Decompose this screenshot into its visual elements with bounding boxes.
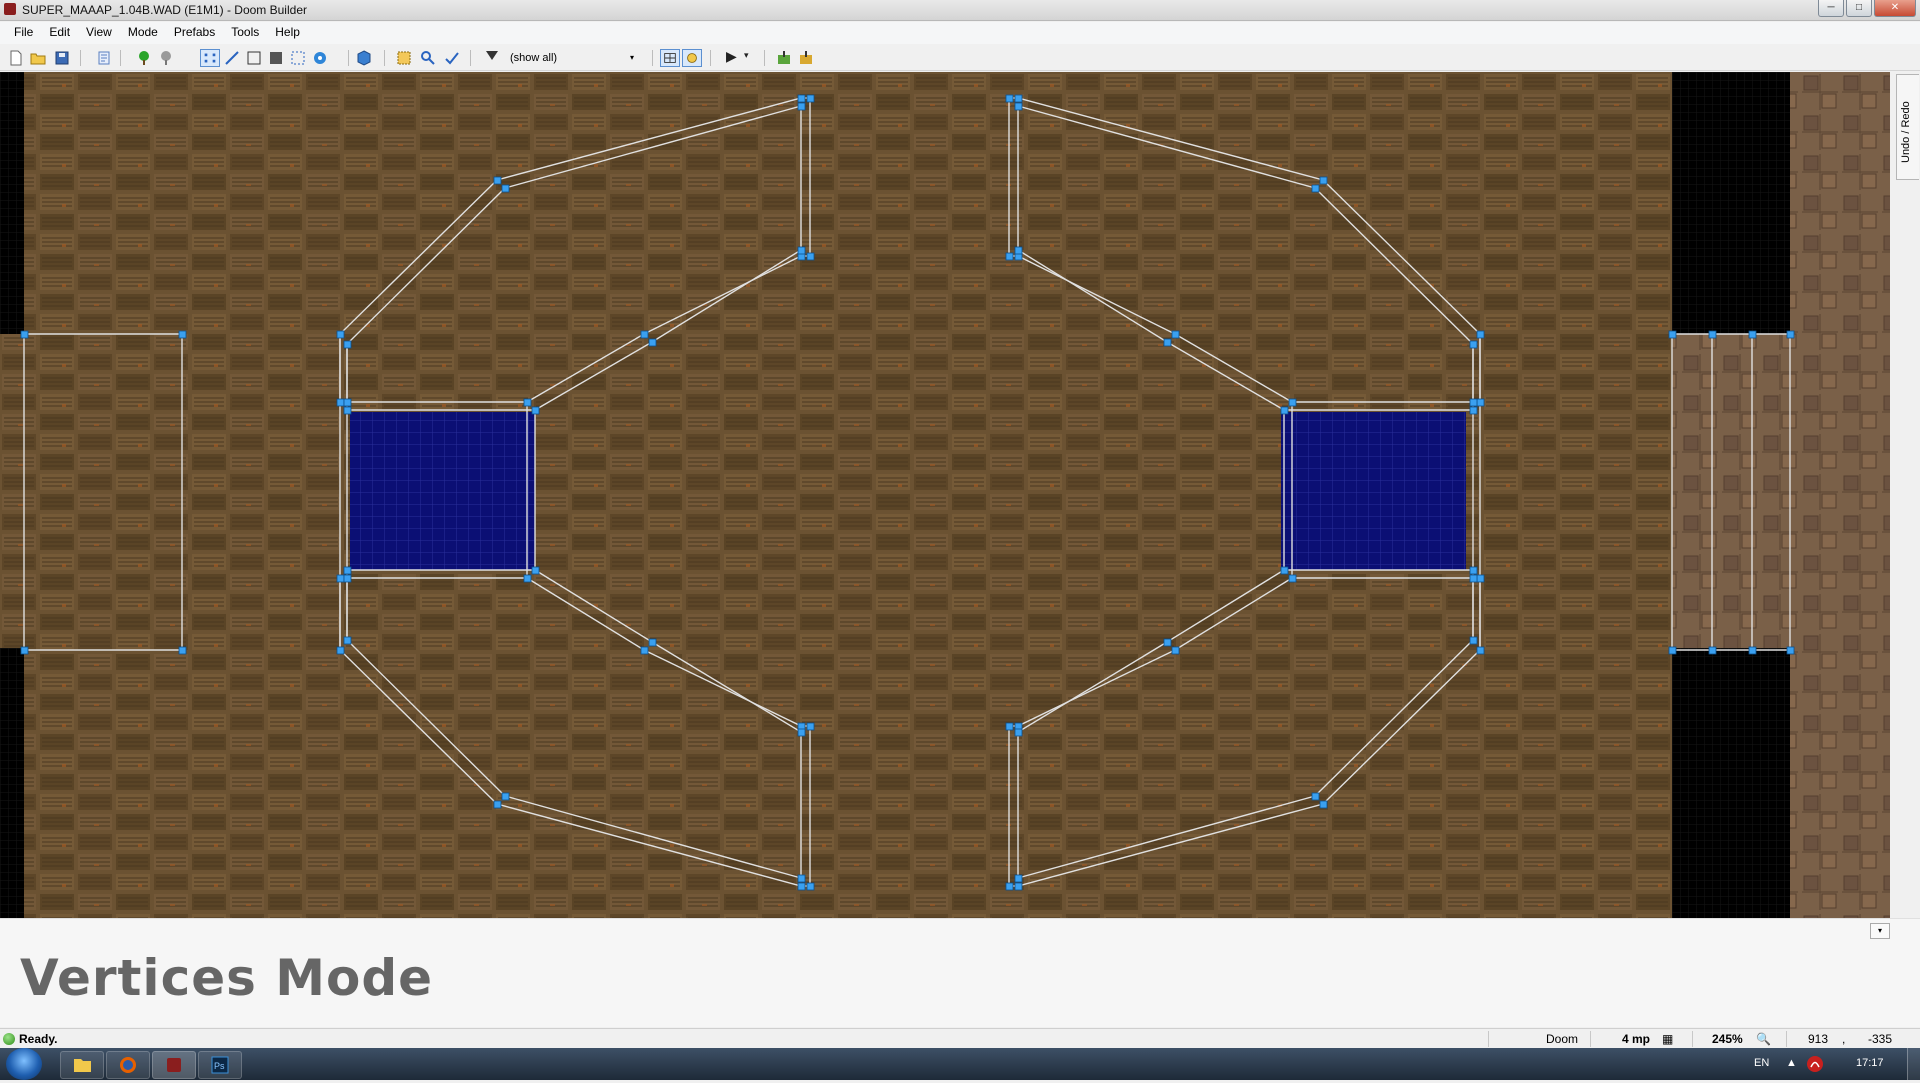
doom-builder-app-icon <box>167 1058 181 1072</box>
language-indicator[interactable]: EN <box>1754 1057 1769 1069</box>
menu-file[interactable]: File <box>6 22 41 44</box>
mode-title: Vertices Mode <box>20 949 434 1007</box>
window-title: SUPER_MAAAP_1.04B.WAD (E1M1) - Doom Buil… <box>22 3 307 17</box>
select-icon[interactable] <box>396 50 412 66</box>
svg-text:Ps: Ps <box>214 1061 225 1071</box>
things-mode-icon[interactable] <box>268 50 284 66</box>
tray-overflow-icon[interactable]: ▲ <box>1786 1057 1797 1069</box>
grid-size-icon[interactable]: ▦ <box>1662 1032 1673 1046</box>
map-canvas[interactable] <box>0 72 1890 918</box>
toolbar: (show all) ▾ ▶ ▾ <box>0 46 1920 71</box>
new-map-icon[interactable] <box>8 50 24 66</box>
menu-bar: File Edit View Mode Prefabs Tools Help <box>0 22 1920 44</box>
script-editor-icon[interactable] <box>96 50 112 66</box>
test-map-icon[interactable] <box>158 50 174 66</box>
visual-mode-icon[interactable] <box>312 50 328 66</box>
menu-mode[interactable]: Mode <box>120 22 166 44</box>
menu-edit[interactable]: Edit <box>41 22 78 44</box>
explorer-taskbar-button[interactable] <box>60 1051 104 1079</box>
status-bar: Ready. Doom 4 mp ▦ 245% 🔍 913 , -335 <box>0 1028 1920 1049</box>
photoshop-icon: Ps <box>211 1056 229 1074</box>
things-filter-icon[interactable] <box>136 50 152 66</box>
3d-view-icon[interactable] <box>356 50 372 66</box>
photoshop-taskbar-button[interactable]: Ps <box>198 1051 242 1079</box>
firefox-taskbar-button[interactable] <box>106 1051 150 1079</box>
doom-builder-taskbar-button[interactable] <box>152 1051 196 1079</box>
toggle-grid-icon[interactable] <box>660 49 680 67</box>
show-desktop-button[interactable] <box>1907 1048 1920 1080</box>
mode-info-panel: Vertices Mode ▾ <box>0 918 1920 1027</box>
status-text: Ready. <box>19 1032 58 1046</box>
play-icon[interactable]: ▶ <box>726 48 742 64</box>
snap-to-grid-icon[interactable] <box>682 49 702 67</box>
map-drawing[interactable] <box>0 72 1890 918</box>
save-map-icon[interactable] <box>54 50 70 66</box>
menu-help[interactable]: Help <box>267 22 308 44</box>
title-bar: SUPER_MAAAP_1.04B.WAD (E1M1) - Doom Buil… <box>0 0 1920 21</box>
zoom-value[interactable]: 245% <box>1712 1032 1743 1046</box>
vertices-mode-icon[interactable] <box>200 49 220 67</box>
firefox-icon <box>120 1057 136 1073</box>
undo-redo-tab[interactable]: Undo / Redo <box>1896 74 1919 180</box>
start-button[interactable] <box>6 1048 42 1080</box>
acrobat-tray-icon[interactable] <box>1806 1055 1824 1073</box>
cursor-x: 913 <box>1808 1032 1829 1046</box>
menu-tools[interactable]: Tools <box>223 22 267 44</box>
import-icon[interactable] <box>776 50 792 66</box>
clock[interactable]: 17:17 <box>1856 1057 1884 1069</box>
find-icon[interactable] <box>420 50 436 66</box>
zoom-icon[interactable]: 🔍 <box>1756 1032 1771 1046</box>
maximize-button[interactable]: □ <box>1846 0 1872 17</box>
check-map-icon[interactable] <box>444 50 460 66</box>
chevron-down-icon: ▾ <box>629 53 634 62</box>
menu-prefabs[interactable]: Prefabs <box>166 22 223 44</box>
folder-icon <box>74 1059 91 1072</box>
sectors-mode-icon[interactable] <box>246 50 262 66</box>
open-map-icon[interactable] <box>30 50 46 66</box>
linedefs-mode-icon[interactable] <box>224 50 240 66</box>
game-configuration[interactable]: Doom <box>1546 1032 1578 1046</box>
minimize-button[interactable]: ─ <box>1818 0 1844 17</box>
grid-size-value[interactable]: 4 mp <box>1622 1032 1650 1046</box>
status-ready-icon <box>3 1033 15 1045</box>
things-filter-select[interactable]: (show all) ▾ <box>484 49 638 67</box>
menu-view[interactable]: View <box>78 22 120 44</box>
close-button[interactable]: ✕ <box>1874 0 1916 17</box>
filter-icon <box>486 51 498 60</box>
doom-builder-icon <box>4 3 16 15</box>
coord-separator: , <box>1842 1032 1846 1046</box>
collapse-panel-button[interactable]: ▾ <box>1870 923 1890 939</box>
cursor-y: -335 <box>1868 1032 1893 1046</box>
windows-taskbar: Ps EN ▲ 17:17 <box>0 1048 1920 1080</box>
make-sectors-icon[interactable] <box>290 50 306 66</box>
play-options-chevron-icon[interactable]: ▾ <box>744 50 760 66</box>
export-icon[interactable] <box>798 50 814 66</box>
